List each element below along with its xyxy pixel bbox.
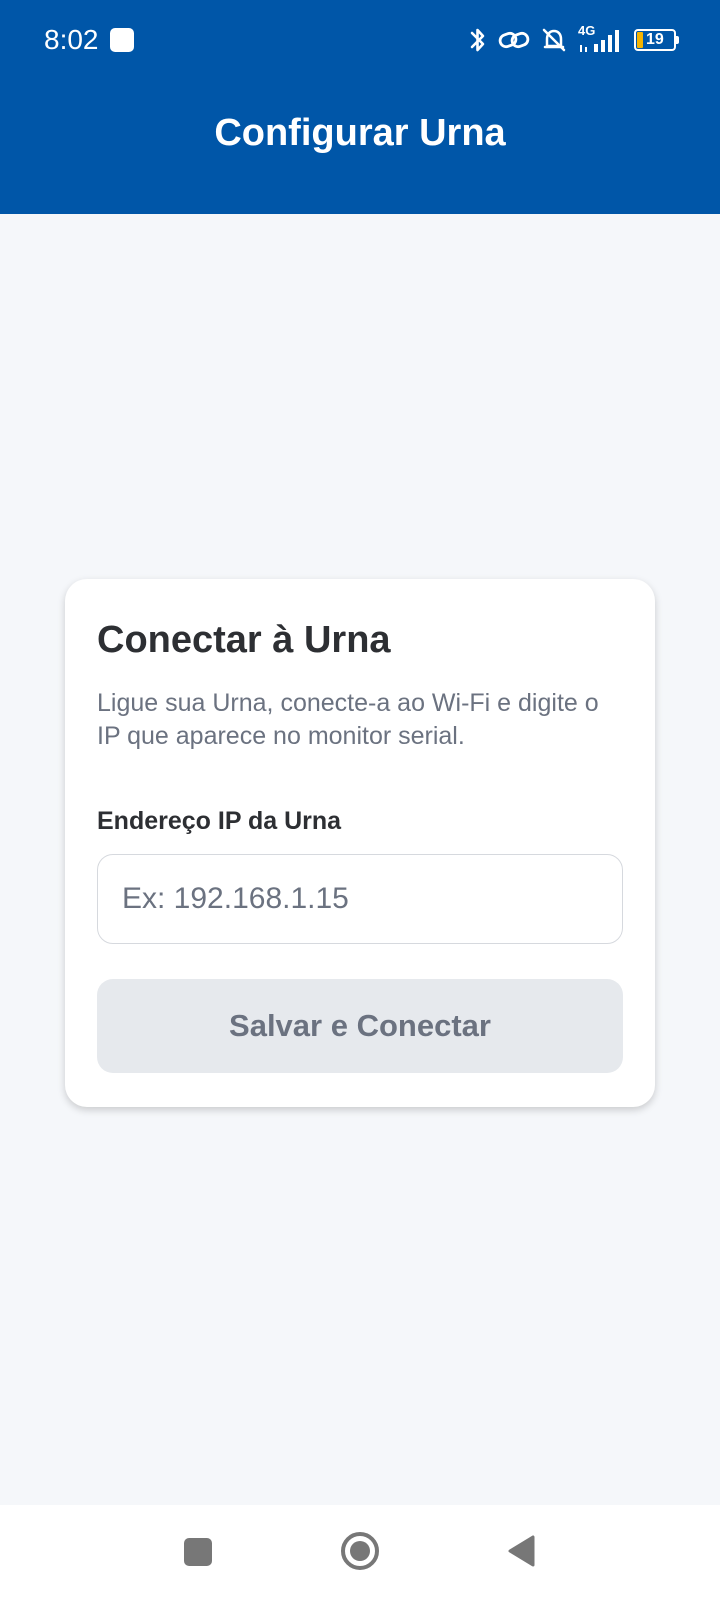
bluetooth-icon xyxy=(468,26,488,54)
home-button[interactable] xyxy=(340,1531,380,1571)
battery-level: 19 xyxy=(646,31,664,48)
status-bar: 8:02 4G 19 xyxy=(0,0,720,80)
navigation-bar xyxy=(0,1505,720,1600)
card-title: Conectar à Urna xyxy=(97,619,391,661)
ip-address-input[interactable] xyxy=(97,854,623,944)
signal-icon: 4G xyxy=(578,24,624,54)
status-icons: 4G 19 xyxy=(468,22,679,58)
notification-icon xyxy=(110,28,134,52)
ip-field-label: Endereço IP da Urna xyxy=(97,807,342,835)
back-button[interactable] xyxy=(506,1534,536,1568)
card-description: Ligue sua Urna, conecte-a ao Wi-Fi e dig… xyxy=(97,689,599,750)
page-title: Configurar Urna xyxy=(214,111,506,154)
bell-muted-icon xyxy=(540,26,568,54)
link-icon xyxy=(498,27,530,53)
battery-icon: 19 xyxy=(634,29,679,51)
connect-card: Conectar à Urna Ligue sua Urna, conecte-… xyxy=(65,579,655,1107)
status-time: 8:02 xyxy=(44,24,99,55)
app-bar: Configurar Urna xyxy=(0,80,720,214)
save-and-connect-button[interactable]: Salvar e Conectar xyxy=(97,979,623,1073)
recents-button[interactable] xyxy=(184,1538,212,1566)
